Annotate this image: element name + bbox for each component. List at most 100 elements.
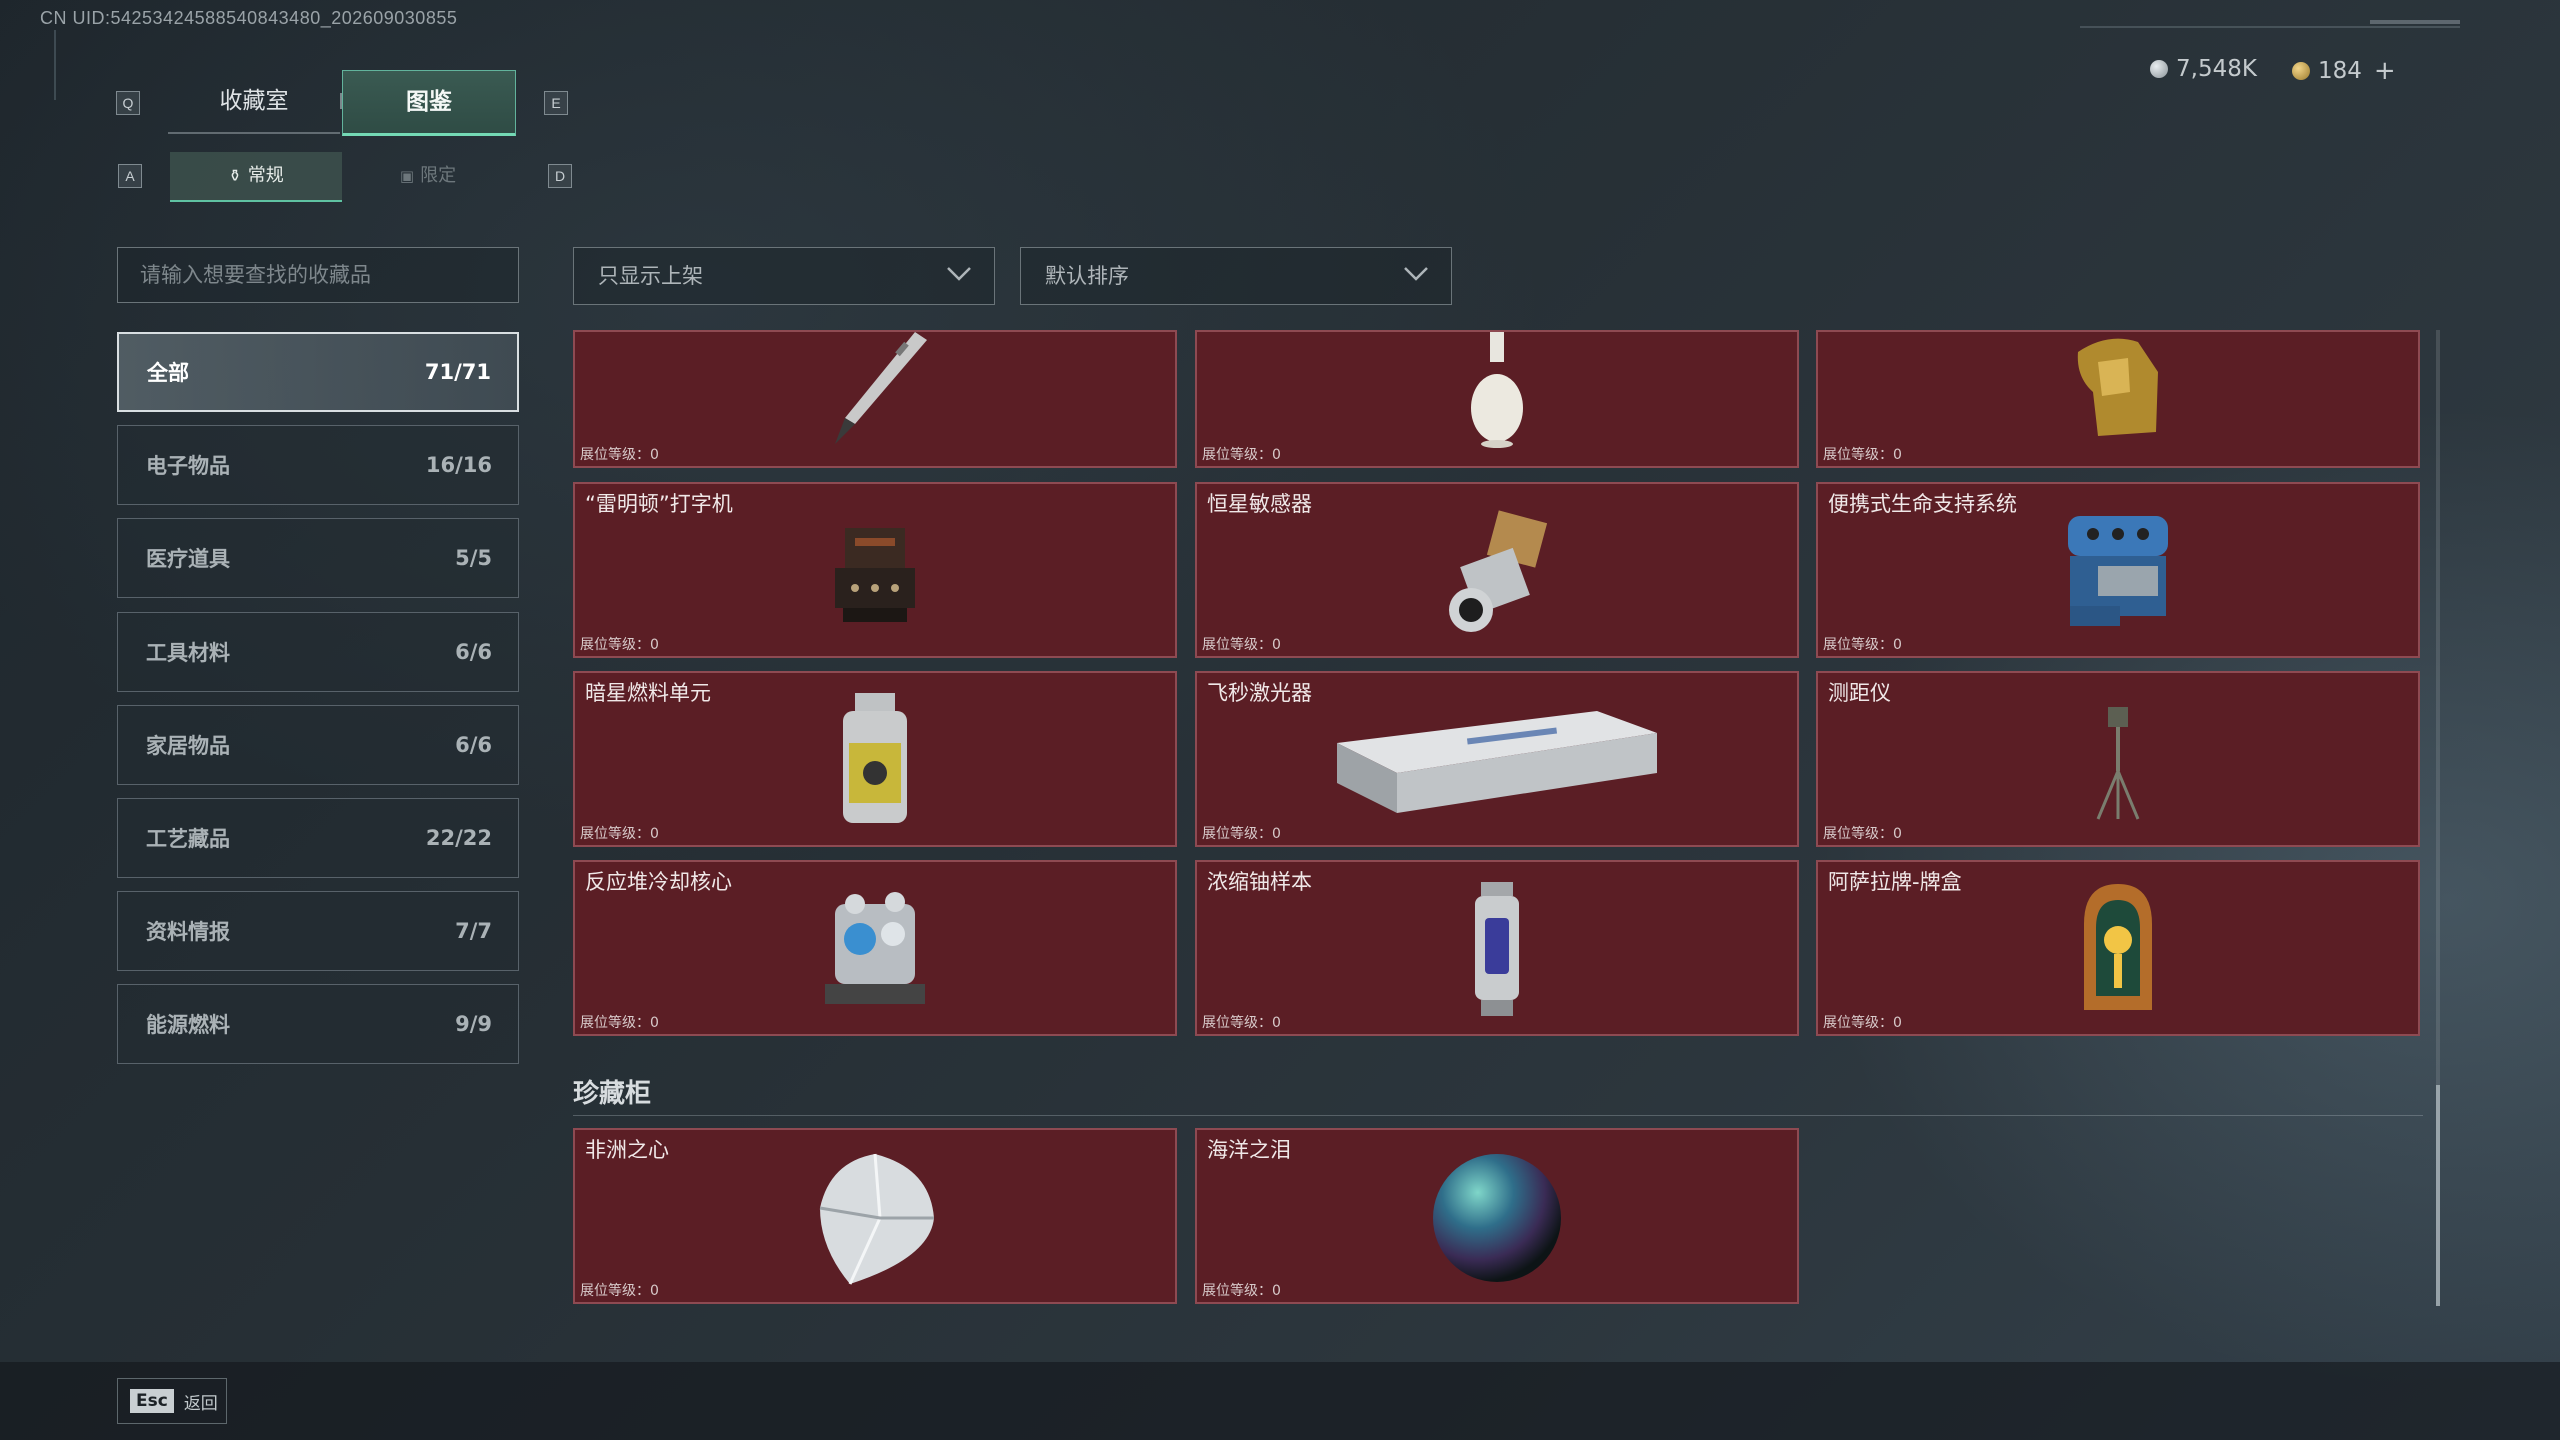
golden-statue-icon — [2077, 338, 2158, 436]
item-card[interactable]: 展位等级：0 — [573, 330, 1177, 468]
item-name: 暗星燃料单元 — [585, 681, 711, 705]
decor-line-top-accent — [2370, 20, 2460, 24]
item-name: 阿萨拉牌-牌盒 — [1828, 870, 1962, 894]
subtab-regular[interactable]: ⚱ 常规 — [170, 152, 342, 202]
hotkey-e: E — [544, 91, 568, 115]
silver-amount: 7,548K — [2176, 56, 2257, 82]
decor-line — [54, 30, 70, 100]
booth-level: 展位等级：0 — [1823, 637, 1902, 653]
sort-dropdown[interactable]: 默认排序 — [1020, 247, 1452, 305]
uid-label: CN UID:54253424588540843480_202609030855 — [40, 8, 458, 28]
category-label: 工具材料 — [146, 641, 230, 665]
hotkey-d: D — [548, 164, 572, 188]
item-card[interactable]: 展位等级：0 — [1195, 330, 1799, 468]
category-count: 6/6 — [455, 640, 492, 664]
image-icon: ▣ — [399, 167, 415, 185]
category-count: 6/6 — [455, 733, 492, 757]
booth-level: 展位等级：0 — [1202, 826, 1281, 842]
category-crafts[interactable]: 工艺藏品 22/22 — [117, 798, 519, 878]
item-name: 便携式生命支持系统 — [1828, 492, 2017, 516]
back-label: 返回 — [183, 1393, 218, 1414]
reactor-core-icon — [825, 892, 925, 1004]
display-filter-value: 只显示上架 — [598, 264, 703, 288]
booth-level: 展位等级：0 — [1202, 1283, 1281, 1299]
fuel-cell-icon — [843, 693, 907, 823]
gold-currency: 184 + — [2292, 56, 2396, 86]
section-divider — [573, 1115, 2423, 1116]
item-name: 非洲之心 — [585, 1138, 669, 1162]
booth-level: 展位等级：0 — [1202, 1015, 1281, 1031]
category-label: 电子物品 — [146, 454, 230, 478]
item-card[interactable]: 飞秒激光器 展位等级：0 — [1195, 671, 1799, 847]
category-label: 资料情报 — [146, 920, 230, 944]
diamond-icon — [819, 1153, 934, 1285]
item-card[interactable]: “雷明顿”打字机 展位等级：0 — [573, 482, 1177, 658]
item-name: 海洋之泪 — [1207, 1138, 1291, 1162]
bottom-bar — [0, 1362, 2560, 1440]
pearl-icon — [1433, 1154, 1561, 1282]
star-sensor-icon — [1449, 510, 1548, 632]
item-card[interactable]: 暗星燃料单元 展位等级：0 — [573, 671, 1177, 847]
item-card[interactable]: 海洋之泪 展位等级：0 — [1195, 1128, 1799, 1304]
tab-codex[interactable]: 图鉴 — [342, 70, 516, 136]
search-input[interactable]: 请输入想要查找的收藏品 — [117, 247, 519, 303]
category-count: 22/22 — [425, 826, 492, 850]
display-filter-dropdown[interactable]: 只显示上架 — [573, 247, 995, 305]
item-card[interactable]: 阿萨拉牌-牌盒 展位等级：0 — [1816, 860, 2420, 1036]
category-label: 能源燃料 — [146, 1013, 230, 1037]
category-electronics[interactable]: 电子物品 16/16 — [117, 425, 519, 505]
card-box-icon — [2084, 884, 2152, 1010]
rangefinder-icon — [2096, 707, 2140, 820]
esc-key: Esc — [130, 1389, 174, 1413]
add-currency-button[interactable]: + — [2374, 56, 2396, 86]
sort-value: 默认排序 — [1045, 264, 1129, 288]
item-card[interactable]: 便携式生命支持系统 展位等级：0 — [1816, 482, 2420, 658]
item-name: 反应堆冷却核心 — [585, 870, 732, 894]
item-card[interactable]: 展位等级：0 — [1816, 330, 2420, 468]
booth-level: 展位等级：0 — [580, 1283, 659, 1299]
gold-coin-icon — [2292, 62, 2310, 80]
booth-level: 展位等级：0 — [1202, 447, 1281, 463]
gold-amount: 184 — [2318, 58, 2362, 84]
category-medical[interactable]: 医疗道具 5/5 — [117, 518, 519, 598]
item-card[interactable]: 测距仪 展位等级：0 — [1816, 671, 2420, 847]
hotkey-a: A — [118, 164, 142, 188]
category-count: 71/71 — [424, 360, 491, 384]
back-button[interactable]: Esc 返回 — [117, 1378, 227, 1424]
subtab-regular-label: 常规 — [247, 165, 284, 186]
category-count: 16/16 — [425, 453, 492, 477]
booth-level: 展位等级：0 — [580, 1015, 659, 1031]
life-support-icon — [2068, 516, 2168, 626]
fountain-pen-icon — [835, 332, 927, 444]
booth-level: 展位等级：0 — [1202, 637, 1281, 653]
booth-level: 展位等级：0 — [1823, 1015, 1902, 1031]
category-fuel[interactable]: 能源燃料 9/9 — [117, 984, 519, 1064]
item-name: 飞秒激光器 — [1207, 681, 1312, 705]
item-card[interactable]: 非洲之心 展位等级：0 — [573, 1128, 1177, 1304]
section-title-treasure: 珍藏柜 — [573, 1079, 652, 1109]
booth-level: 展位等级：0 — [580, 447, 659, 463]
scrollbar-thumb[interactable] — [2436, 1085, 2440, 1306]
bottle-icon: ⚱ — [228, 166, 242, 185]
category-label: 全部 — [147, 361, 189, 385]
booth-level: 展位等级：0 — [1823, 447, 1902, 463]
category-count: 9/9 — [455, 1012, 492, 1036]
category-tools[interactable]: 工具材料 6/6 — [117, 612, 519, 692]
sub-tabs: ⚱ 常规 ▣ 限定 — [170, 152, 514, 202]
category-intel[interactable]: 资料情报 7/7 — [117, 891, 519, 971]
booth-level: 展位等级：0 — [580, 637, 659, 653]
subtab-limited-label: 限定 — [420, 165, 457, 186]
item-name: 浓缩铀样本 — [1207, 870, 1312, 894]
chevron-down-icon — [947, 267, 971, 281]
item-name: 测距仪 — [1828, 681, 1891, 705]
item-card[interactable]: 恒星敏感器 展位等级：0 — [1195, 482, 1799, 658]
item-card[interactable]: 浓缩铀样本 展位等级：0 — [1195, 860, 1799, 1036]
category-household[interactable]: 家居物品 6/6 — [117, 705, 519, 785]
category-all[interactable]: 全部 71/71 — [117, 332, 519, 412]
tab-collection-room[interactable]: 收藏室 — [168, 70, 340, 134]
item-name: 恒星敏感器 — [1207, 492, 1312, 516]
silver-coin-icon — [2150, 60, 2168, 78]
booth-level: 展位等级：0 — [580, 826, 659, 842]
subtab-limited[interactable]: ▣ 限定 — [342, 152, 514, 200]
item-card[interactable]: 反应堆冷却核心 展位等级：0 — [573, 860, 1177, 1036]
